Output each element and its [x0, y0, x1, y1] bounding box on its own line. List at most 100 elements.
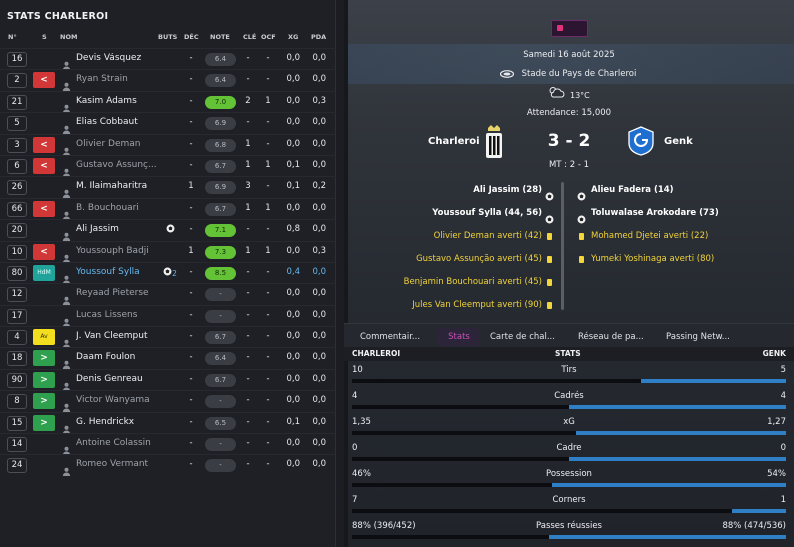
player-name[interactable]: Kasim Adams [76, 96, 156, 106]
goal-ball-icon [545, 209, 554, 224]
expected-assists: 0,0 [312, 224, 326, 235]
yellow-card-icon [547, 256, 552, 263]
col-status[interactable]: S [42, 33, 47, 41]
person-icon [62, 55, 71, 70]
col-xg[interactable]: XG [288, 33, 298, 41]
player-name[interactable]: G. Hendrickx [76, 417, 156, 427]
tab-commentary[interactable]: Commentair... [360, 328, 430, 346]
col-dec[interactable]: DÉC [184, 33, 199, 41]
col-cle[interactable]: CLÉ [243, 33, 256, 41]
player-name[interactable]: J. Van Cleemput [76, 331, 156, 341]
player-row[interactable]: 90 > Denis Genreau - 6.7 - - 0,0 0,0 [0, 368, 336, 391]
col-num[interactable]: N° [8, 33, 17, 41]
key-passes: - [246, 438, 250, 449]
player-name[interactable]: Daam Foulon [76, 352, 156, 362]
player-row[interactable]: 6 < Gustavo Assunç... - 6.7 1 1 0,1 0,0 [0, 154, 336, 177]
player-row[interactable]: 66 < B. Bouchouari - 6.7 1 1 0,0 0,0 [0, 197, 336, 220]
yellow-card-icon [547, 233, 552, 240]
player-row[interactable]: 26 M. Ilaimaharitra 1 6.9 3 - 0,1 0,2 [0, 176, 336, 199]
player-name[interactable]: Denis Genreau [76, 374, 156, 384]
player-name[interactable]: Ryan Strain [76, 74, 156, 84]
expected-assists: 0,2 [312, 181, 326, 192]
assists: - [189, 438, 193, 449]
player-name[interactable]: Victor Wanyama [76, 395, 156, 405]
player-row[interactable]: 12 Reyaad Pieterse - - - - 0,0 0,0 [0, 283, 336, 306]
col-note[interactable]: NOTE [210, 33, 230, 41]
tab-pass-network[interactable]: Réseau de pa... [578, 328, 648, 346]
player-row[interactable]: 15 > G. Hendrickx - 6.5 - - 0,1 0,0 [0, 411, 336, 434]
card-event: Gustavo Assunção averti (45) [416, 254, 542, 264]
charleroi-crest-icon[interactable] [485, 125, 503, 159]
stat-away-fill [569, 457, 786, 461]
expected-assists: 0,0 [312, 309, 326, 320]
tab-passing-network[interactable]: Passing Netw... [666, 328, 740, 346]
stats-table: 10 Tirs 5 4 Cadrés 4 1,35 xG 1,27 0 Cadr… [344, 361, 794, 543]
stat-home-value: 88% (396/452) [352, 521, 416, 531]
sub-on-badge: > [33, 393, 55, 410]
chances-created: - [266, 117, 270, 128]
player-name[interactable]: Lucas Lissens [76, 310, 156, 320]
home-team-name[interactable]: Charleroi [428, 136, 480, 147]
player-row[interactable]: 24 Romeo Vermant - - - - 0,0 0,0 [0, 454, 336, 477]
assists: - [189, 117, 193, 128]
player-row[interactable]: 3 < Olivier Deman - 6.8 1 - 0,0 0,0 [0, 133, 336, 156]
expected-assists: 0,0 [312, 416, 326, 427]
player-name[interactable]: B. Bouchouari [76, 203, 156, 213]
rating-badge: 6.4 [205, 74, 236, 88]
stat-home-value: 0 [352, 443, 358, 453]
away-team-name[interactable]: Genk [664, 136, 693, 147]
player-row[interactable]: 8 > Victor Wanyama - - - - 0,0 0,0 [0, 390, 336, 413]
player-row[interactable]: 16 Devis Vásquez - 6.4 - - 0,0 0,0 [0, 48, 336, 70]
genk-crest-icon[interactable] [628, 126, 654, 156]
col-pda[interactable]: PDA [311, 33, 326, 41]
player-row[interactable]: 80 HdM Youssouf Sylla 2 - 8.5 - - 0,4 0,… [0, 261, 336, 284]
stat-away-fill [576, 431, 786, 435]
stat-home-value: 1,35 [352, 417, 371, 427]
player-name[interactable]: Romeo Vermant [76, 459, 156, 469]
stat-row: 1,35 xG 1,27 [344, 413, 794, 439]
player-row[interactable]: 17 Lucas Lissens - - - - 0,0 0,0 [0, 304, 336, 327]
player-row[interactable]: 4 Av J. Van Cleemput - 6.7 - - 0,0 0,0 [0, 326, 336, 349]
stat-away-value: 1,27 [767, 417, 786, 427]
match-tabs: Commentair... Stats Carte de chal... Rés… [344, 323, 794, 347]
shirt-number: 12 [7, 287, 27, 303]
person-icon [62, 183, 71, 199]
key-passes: 1 [245, 138, 251, 149]
player-name[interactable]: Youssouph Badji [76, 246, 156, 256]
col-name[interactable]: NOM [60, 33, 77, 41]
expected-assists: 0,0 [312, 352, 326, 363]
player-row[interactable]: 2 < Ryan Strain - 6.4 - - 0,0 0,0 [0, 69, 336, 92]
player-row[interactable]: 18 > Daam Foulon - 6.4 - - 0,0 0,0 [0, 347, 336, 370]
col-ocf[interactable]: OCF [261, 33, 276, 41]
stat-comparison-bar [352, 405, 786, 409]
player-name[interactable]: Olivier Deman [76, 139, 156, 149]
person-icon [62, 226, 71, 242]
stat-away-fill [549, 535, 786, 539]
col-goals[interactable]: BUTS [158, 33, 177, 41]
sub-off-badge: < [33, 243, 55, 260]
player-row[interactable]: 21 Kasim Adams - 7.0 2 1 0,0 0,3 [0, 90, 336, 113]
player-row[interactable]: 10 < Youssouph Badji 1 7.3 1 1 0,0 0,3 [0, 240, 336, 263]
tab-heatmap[interactable]: Carte de chal... [490, 328, 564, 346]
stat-label: Passes réussies [536, 521, 602, 531]
player-name[interactable]: Elias Cobbaut [76, 117, 156, 127]
player-name[interactable]: Gustavo Assunç... [76, 160, 156, 170]
rating-badge: 6.9 [205, 117, 236, 131]
rating-badge: 6.9 [205, 181, 236, 195]
key-passes: - [246, 117, 250, 128]
player-name[interactable]: M. Ilaimaharitra [76, 181, 156, 191]
player-name[interactable]: Devis Vásquez [76, 53, 156, 63]
player-row[interactable]: 14 Antoine Colassin - - - - 0,0 0,0 [0, 433, 336, 456]
assists: - [189, 395, 193, 406]
sub-on-badge: > [33, 371, 55, 388]
shirt-number: 24 [7, 458, 27, 474]
player-name[interactable]: Reyaad Pieterse [76, 288, 156, 298]
tab-stats[interactable]: Stats [438, 328, 480, 346]
player-name[interactable]: Youssouf Sylla [76, 267, 156, 277]
player-row[interactable]: 5 Elias Cobbaut - 6.9 - - 0,0 0,0 [0, 112, 336, 135]
player-name[interactable]: Ali Jassim [76, 224, 156, 234]
player-list: 16 Devis Vásquez - 6.4 - - 0,0 0,0 2 < R… [0, 48, 336, 477]
player-name[interactable]: Antoine Colassin [76, 438, 156, 448]
player-row[interactable]: 20 Ali Jassim - 7.1 - - 0,8 0,0 [0, 219, 336, 242]
stat-label: xG [563, 417, 575, 427]
